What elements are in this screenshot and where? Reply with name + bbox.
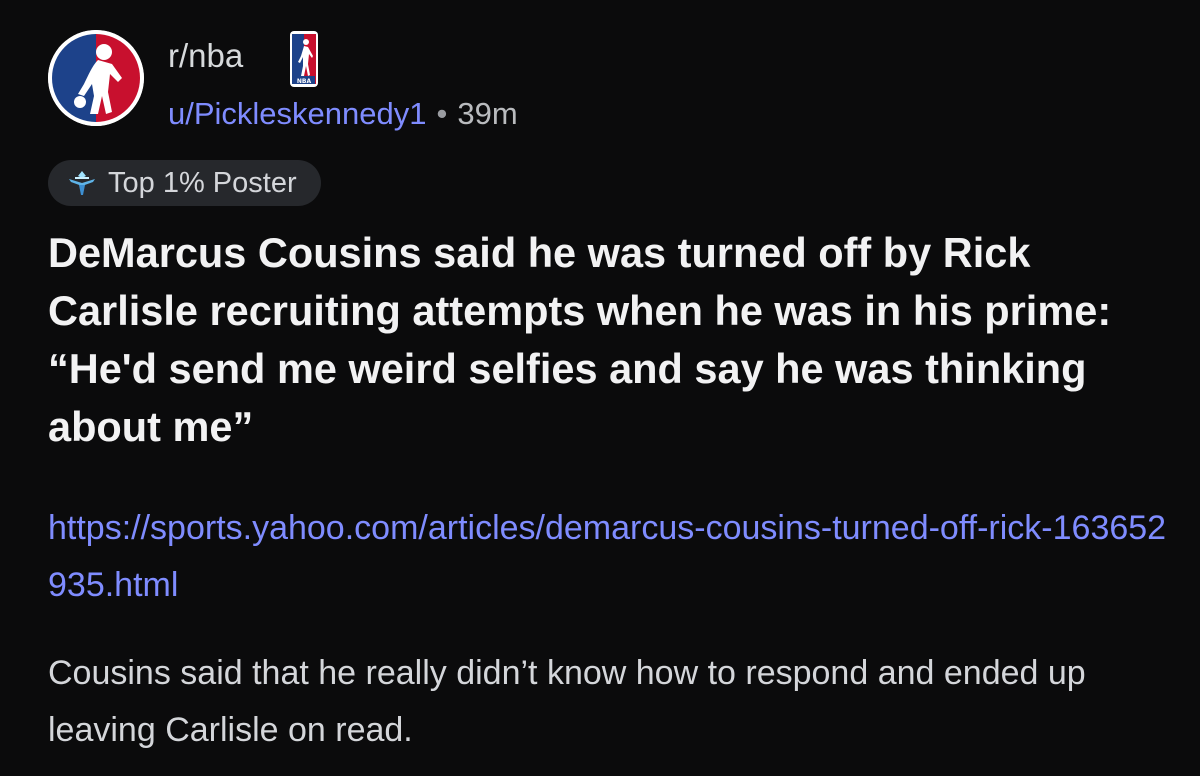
post-card: r/nba NBA u/Pickleskennedy1 • 39m Top 1% P… bbox=[0, 0, 1200, 776]
author-username[interactable]: u/Pickleskennedy1 bbox=[168, 96, 427, 131]
badge-label: Top 1% Poster bbox=[108, 166, 297, 199]
meta-separator: • bbox=[436, 96, 448, 131]
nba-logo-flair-icon: NBA bbox=[290, 31, 318, 87]
post-age: 39m bbox=[457, 96, 518, 131]
post-title[interactable]: DeMarcus Cousins said he was turned off … bbox=[48, 224, 1158, 456]
subreddit-avatar[interactable] bbox=[48, 30, 144, 126]
post-meta: u/Pickleskennedy1 • 39m bbox=[168, 94, 518, 134]
post-link[interactable]: https://sports.yahoo.com/articles/demarc… bbox=[48, 500, 1168, 614]
subreddit-name[interactable]: r/nba bbox=[168, 36, 243, 76]
top-poster-badge[interactable]: Top 1% Poster bbox=[48, 160, 321, 206]
svg-text:NBA: NBA bbox=[297, 78, 312, 85]
post-body: Cousins said that he really didn’t know … bbox=[48, 654, 1086, 749]
nba-logo-icon bbox=[48, 30, 144, 126]
top-poster-icon bbox=[69, 171, 95, 195]
